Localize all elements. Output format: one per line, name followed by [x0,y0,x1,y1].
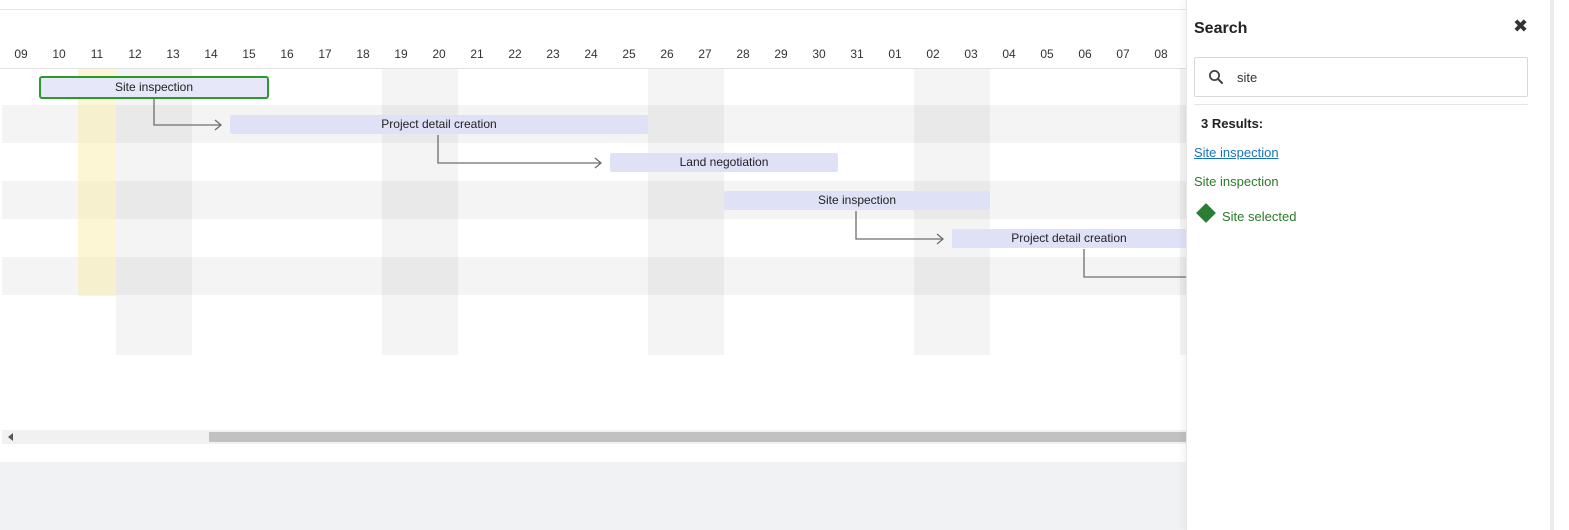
day-label: 18 [356,47,370,61]
day-label: 16 [280,47,294,61]
footer-area [0,462,1186,530]
day-label: 31 [850,47,864,61]
day-label: 07 [1116,47,1130,61]
search-icon [1209,70,1223,84]
day-label: 24 [584,47,598,61]
weekend-column [914,69,990,355]
search-input[interactable] [1235,66,1519,88]
day-label: 22 [508,47,522,61]
day-label: 26 [660,47,674,61]
weekend-column [648,69,724,355]
weekend-column [116,69,192,355]
scroll-left-icon[interactable] [8,433,13,441]
day-label: 03 [964,47,978,61]
task-bar[interactable]: Land negotiation [610,153,838,172]
day-label: 21 [470,47,484,61]
day-label: 15 [242,47,256,61]
search-box[interactable] [1194,57,1528,97]
day-label: 27 [698,47,712,61]
day-label: 17 [318,47,332,61]
day-label: 13 [166,47,180,61]
weekend-column [382,69,458,355]
day-label: 01 [888,47,902,61]
gantt-chart: 09 10 11 12 13 14 15 16 17 18 19 20 21 2… [0,0,1186,530]
gantt-timeline[interactable]: Site inspection Project detail creation … [2,69,1186,355]
task-bar-selected[interactable]: Site inspection [39,76,269,99]
day-label: 10 [52,47,66,61]
day-label: 04 [1002,47,1016,61]
day-label: 09 [14,47,28,61]
divider [1194,104,1528,105]
search-result[interactable]: Site inspection [1194,174,1279,189]
search-panel: Search ✖ 3 Results: Site inspection Site… [1186,0,1536,530]
day-label: 20 [432,47,446,61]
vertical-scrollbar[interactable] [1535,0,1569,530]
day-label: 14 [204,47,218,61]
day-label: 19 [394,47,408,61]
close-icon[interactable]: ✖ [1513,16,1528,37]
horizontal-scrollbar[interactable] [2,430,1186,444]
timescale-header: 09 10 11 12 13 14 15 16 17 18 19 20 21 2… [0,10,1186,68]
day-label: 12 [128,47,142,61]
scrollbar-track[interactable] [1550,0,1554,530]
search-panel-title: Search [1194,20,1248,37]
today-marker [78,69,116,296]
day-label: 05 [1040,47,1054,61]
results-count: 3 Results: [1201,116,1264,131]
milestone-label: Site selected [1222,209,1297,224]
search-result-link[interactable]: Site inspection [1194,145,1279,160]
day-label: 02 [926,47,940,61]
day-label: 29 [774,47,788,61]
task-bar[interactable]: Project detail creation [952,229,1186,248]
scrollbar-thumb[interactable] [209,432,1186,442]
day-label: 28 [736,47,750,61]
day-label: 25 [622,47,636,61]
day-label: 11 [90,47,104,61]
milestone-diamond-icon [1196,203,1216,223]
day-label: 30 [812,47,826,61]
task-bar[interactable]: Site inspection [724,191,990,210]
task-bar[interactable]: Project detail creation [230,115,648,134]
day-label: 08 [1154,47,1168,61]
day-label: 06 [1078,47,1092,61]
day-label: 23 [546,47,560,61]
